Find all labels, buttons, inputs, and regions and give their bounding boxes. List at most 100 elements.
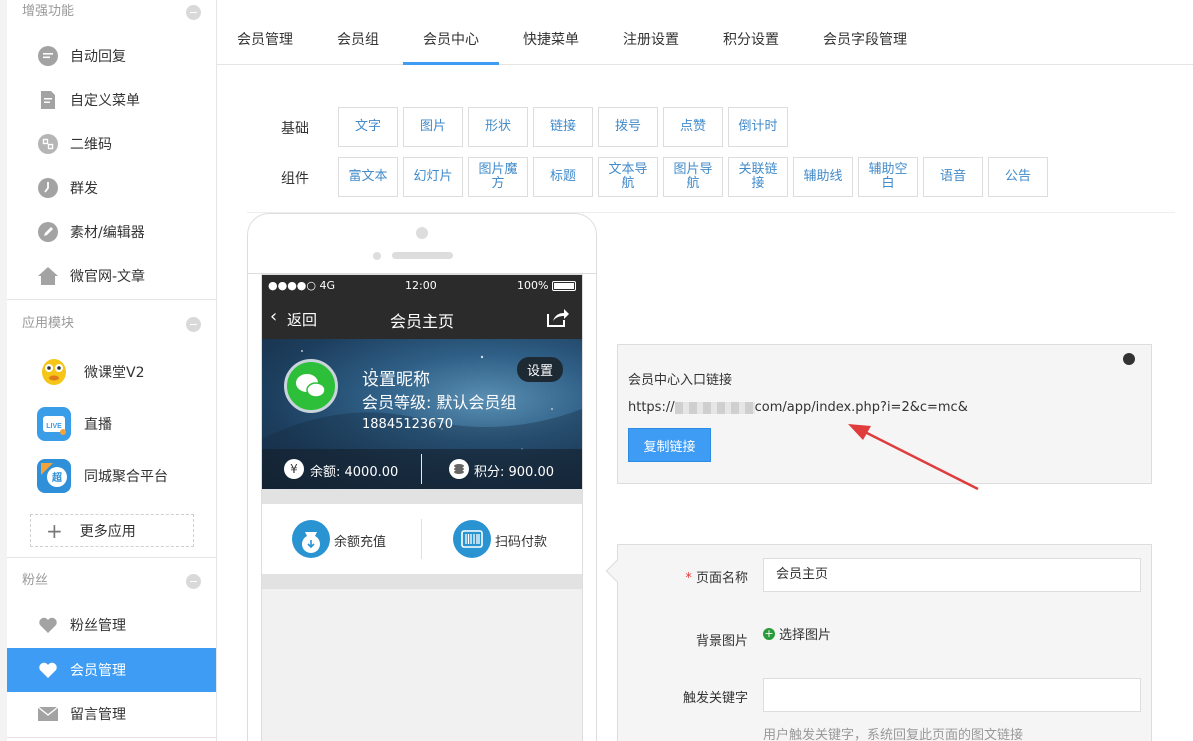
component-image-nav-button[interactable]: 图片导航: [663, 157, 723, 197]
trigger-keyword-input[interactable]: [763, 678, 1141, 712]
barcode-icon[interactable]: [453, 520, 491, 558]
phone-nav-bar: ‹ 返回 会员主页: [262, 297, 582, 339]
component-slideshow-button[interactable]: 幻灯片: [403, 157, 463, 197]
envelope-icon: [37, 703, 59, 725]
sidebar-item-label: 素材/编辑器: [70, 225, 145, 241]
svg-text:LIVE: LIVE: [46, 423, 62, 430]
clock-icon: [37, 177, 59, 199]
component-title-button[interactable]: 标题: [533, 157, 593, 197]
back-chevron-icon[interactable]: ‹: [270, 308, 277, 326]
sidebar-item-custom-menu[interactable]: 自定义菜单: [7, 78, 216, 122]
tab-member-fields[interactable]: 会员字段管理: [823, 0, 907, 65]
phone-speaker: [392, 252, 453, 259]
component-image-button[interactable]: 图片: [403, 107, 463, 147]
tab-register-settings[interactable]: 注册设置: [623, 0, 679, 65]
component-link-button[interactable]: 链接: [533, 107, 593, 147]
url-suffix: com/app/index.php?i=2&c=mc&: [754, 400, 968, 415]
sidebar-item-qrcode[interactable]: 二维码: [7, 122, 216, 166]
sidebar-item-auto-reply[interactable]: 自动回复: [7, 34, 216, 78]
phone-sensor: [373, 252, 381, 260]
section-title: 应用模块: [22, 316, 75, 331]
section-title: 粉丝: [22, 573, 49, 588]
sidebar-item-fans-manage[interactable]: 粉丝管理: [7, 603, 216, 647]
component-text-button[interactable]: 文字: [338, 107, 398, 147]
trigger-keyword-label: 触发关键字: [682, 691, 748, 706]
page-title: 会员主页: [390, 312, 455, 331]
entry-link-title: 会员中心入口链接: [628, 373, 733, 388]
divider: [7, 737, 216, 738]
sidebar-item-material-editor[interactable]: 素材/编辑器: [7, 210, 216, 254]
more-apps-button[interactable]: + 更多应用: [30, 514, 194, 547]
sidebar-item-broadcast[interactable]: 群发: [7, 166, 216, 210]
divider: [421, 454, 422, 484]
component-countdown-button[interactable]: 倒计时: [728, 107, 788, 147]
component-like-button[interactable]: 点赞: [663, 107, 723, 147]
tab-points-settings[interactable]: 积分设置: [723, 0, 779, 65]
sidebar-item-label: 粉丝管理: [70, 618, 126, 634]
share-icon[interactable]: [545, 306, 569, 332]
component-notice-button[interactable]: 公告: [988, 157, 1048, 197]
component-image-cube-button[interactable]: 图片魔方: [468, 157, 528, 197]
more-apps-label: 更多应用: [79, 523, 136, 540]
component-text-nav-button[interactable]: 文本导航: [598, 157, 658, 197]
component-voice-button[interactable]: 语音: [923, 157, 983, 197]
component-related-link-button[interactable]: 关联链接: [728, 157, 788, 197]
scan-pay-button[interactable]: 扫码付款: [495, 531, 547, 550]
status-time: 12:00: [405, 279, 437, 292]
app-item-weiketang[interactable]: 微课堂V2: [7, 346, 216, 398]
money-bag-icon[interactable]: [292, 520, 330, 558]
app-item-live[interactable]: LIVE 直播: [7, 398, 216, 450]
tab-member-center[interactable]: 会员中心: [403, 0, 499, 65]
sidebar-item-label: 微官网-文章: [70, 269, 146, 285]
app-item-label: 同城聚合平台: [84, 469, 168, 485]
sidebar: 增强功能 自动回复 自定义菜单 二维码 群发 素材/编辑器 微官网-文章 应用模…: [0, 0, 217, 741]
avatar[interactable]: [284, 359, 338, 413]
sidebar-border: [216, 0, 217, 741]
component-spacer-button[interactable]: 辅助空白: [858, 157, 918, 197]
tab-member-manage[interactable]: 会员管理: [237, 0, 293, 65]
recharge-button[interactable]: 余额充值: [334, 531, 386, 550]
cartoon-app-icon: [37, 355, 71, 389]
component-guide-line-button[interactable]: 辅助线: [793, 157, 853, 197]
member-level: 会员等级: 默认会员组: [362, 393, 517, 412]
signal-indicator: ●●●●○ 4G: [268, 279, 336, 292]
sidebar-item-label: 会员管理: [70, 663, 126, 679]
collapse-icon[interactable]: [186, 5, 201, 20]
sidebar-item-member-manage[interactable]: 会员管理: [7, 648, 216, 692]
spacer: [262, 574, 582, 589]
component-shape-button[interactable]: 形状: [468, 107, 528, 147]
select-image-label: 选择图片: [779, 628, 832, 643]
super-city-icon: 超: [37, 459, 71, 493]
required-mark: *: [685, 571, 692, 586]
nickname: 设置昵称: [362, 370, 430, 390]
panel-pointer: [605, 559, 629, 583]
coins-icon: [449, 459, 469, 479]
tab-member-group[interactable]: 会员组: [337, 0, 379, 65]
member-phone: 18845123670: [362, 417, 453, 432]
app-item-city-platform[interactable]: 超 同城聚合平台: [7, 450, 216, 502]
sidebar-item-message-manage[interactable]: 留言管理: [7, 692, 216, 736]
sidebar-item-label: 自动回复: [70, 49, 126, 65]
sidebar-item-microsite-article[interactable]: 微官网-文章: [7, 254, 216, 298]
copy-link-button[interactable]: 复制链接: [628, 428, 711, 462]
select-image-button[interactable]: + 选择图片: [763, 624, 831, 643]
phone-camera: [416, 227, 428, 239]
tab-quick-menu[interactable]: 快捷菜单: [523, 0, 579, 65]
component-dial-button[interactable]: 拨号: [598, 107, 658, 147]
add-circle-icon: +: [763, 626, 775, 640]
live-tv-icon: LIVE: [37, 407, 71, 441]
balance-value: 余额: 4000.00: [310, 465, 399, 480]
house-icon: [37, 265, 59, 287]
quick-actions: 余额充值 扫码付款: [262, 504, 582, 574]
page-name-input[interactable]: 会员主页: [763, 558, 1141, 592]
link-info-icon[interactable]: [1123, 353, 1135, 365]
balance-bar: ¥ 余额: 4000.00 积分: 900.00: [262, 449, 582, 489]
settings-button[interactable]: 设置: [517, 357, 564, 382]
document-icon: [37, 89, 59, 111]
trigger-keyword-help: 用户触发关键字，系统回复此页面的图文链接: [763, 728, 1024, 741]
collapse-icon[interactable]: [186, 317, 201, 332]
back-button[interactable]: 返回: [287, 309, 317, 330]
component-richtext-button[interactable]: 富文本: [338, 157, 398, 197]
sidebar-menu: 增强功能 自动回复 自定义菜单 二维码 群发 素材/编辑器 微官网-文章 应用模…: [7, 0, 216, 741]
collapse-icon[interactable]: [186, 574, 201, 589]
